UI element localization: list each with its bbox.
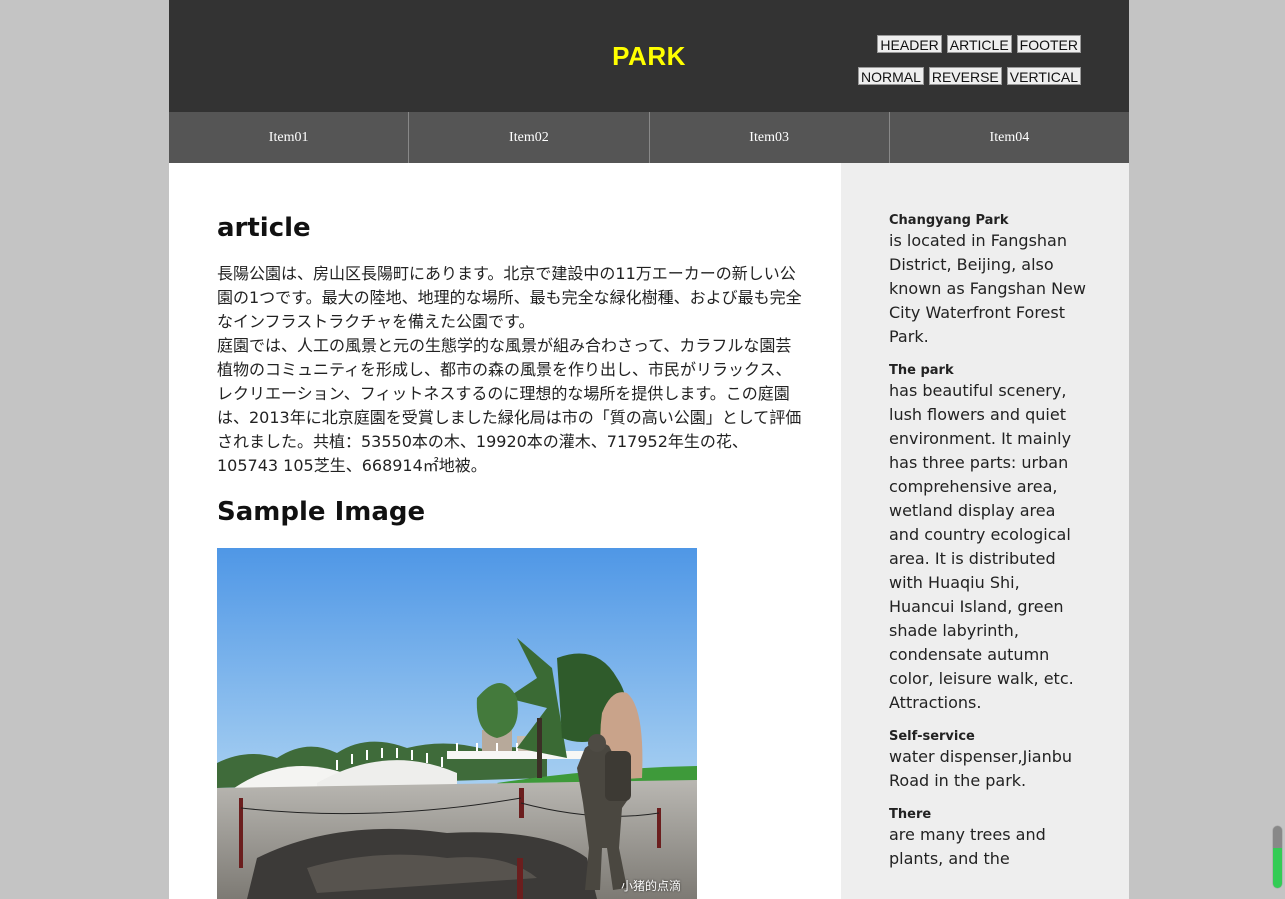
header-button[interactable]: HEADER — [877, 35, 942, 53]
sidebar-block-text: water dispenser,Jianbu Road in the park. — [889, 747, 1072, 790]
nav-item-01[interactable]: Item01 — [169, 112, 408, 163]
sidebar-block-text: has beautiful scenery, lush flowers and … — [889, 381, 1074, 712]
sidebar-block: Changyang Park is located in Fangshan Di… — [889, 213, 1089, 349]
main-nav: Item01 Item02 Item03 Item04 — [169, 112, 1129, 163]
park-photo: 小猪的点滴 — [217, 548, 697, 899]
nav-item-03[interactable]: Item03 — [648, 112, 889, 163]
image-watermark: 小猪的点滴 — [620, 879, 681, 893]
sidebar-block: Self-service water dispenser,Jianbu Road… — [889, 729, 1089, 793]
sidebar-block-title: There — [889, 807, 932, 822]
layout-button-group-sections: HEADER ARTICLE FOOTER — [877, 35, 1081, 53]
sidebar-block-title: The park — [889, 363, 954, 378]
nav-item-02[interactable]: Item02 — [408, 112, 648, 163]
layout-button-group-direction: NORMAL REVERSE VERTICAL — [857, 67, 1081, 85]
article-section: article 長陽公園は、房山区長陽町にあります。北京で建設中の11万エーカー… — [169, 163, 841, 899]
site-header: PARK HEADER ARTICLE FOOTER NORMAL REVERS… — [169, 0, 1129, 112]
sidebar-block: The park has beautiful scenery, lush flo… — [889, 363, 1089, 715]
article-heading: article — [217, 213, 311, 243]
sidebar-block-text: are many trees and plants, and the — [889, 825, 1046, 868]
reverse-button[interactable]: REVERSE — [928, 67, 1002, 85]
sidebar-block-title: Self-service — [889, 729, 975, 744]
sample-image-heading: Sample Image — [217, 497, 426, 527]
vertical-button[interactable]: VERTICAL — [1006, 67, 1081, 85]
sidebar-block-title: Changyang Park — [889, 213, 1009, 228]
sidebar-block-text: is located in Fangshan District, Beijing… — [889, 231, 1086, 346]
nav-item-04[interactable]: Item04 — [888, 112, 1129, 163]
sidebar-block: There are many trees and plants, and the — [889, 807, 1089, 871]
footer-button[interactable]: FOOTER — [1016, 35, 1081, 53]
article-body: 長陽公園は、房山区長陽町にあります。北京で建設中の11万エーカーの新しい公園の1… — [217, 264, 802, 475]
sidebar: Changyang Park is located in Fangshan Di… — [841, 163, 1129, 899]
page: PARK HEADER ARTICLE FOOTER NORMAL REVERS… — [169, 0, 1129, 899]
normal-button[interactable]: NORMAL — [857, 67, 924, 85]
article-button[interactable]: ARTICLE — [946, 35, 1012, 53]
page-scrollbar[interactable] — [1273, 826, 1282, 888]
sidebar-content: Changyang Park is located in Fangshan Di… — [889, 213, 1089, 885]
